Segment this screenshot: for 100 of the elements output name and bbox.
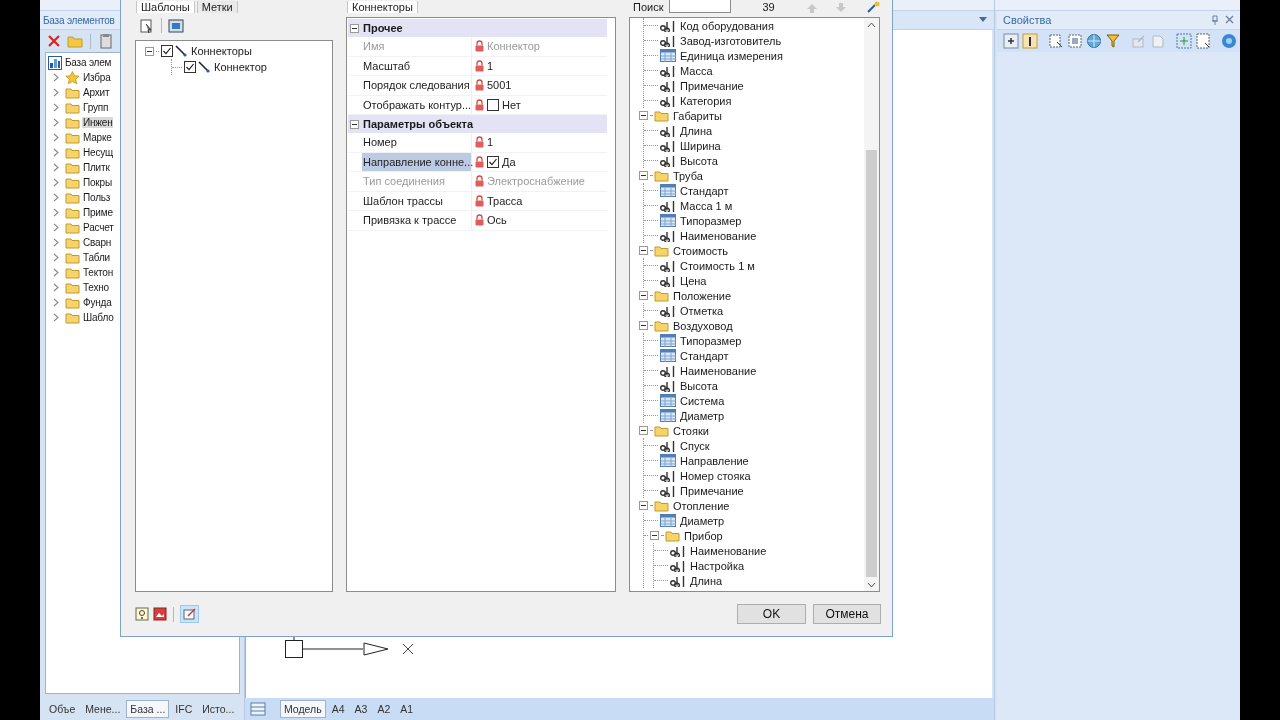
panel-tab[interactable]: IFC	[171, 700, 197, 718]
collapse-toggle[interactable]	[639, 171, 648, 180]
property-name[interactable]: Отображать контур...	[362, 95, 472, 114]
tree-item[interactable]: Завод-изготовитель	[680, 34, 782, 47]
ok-button[interactable]: OK	[737, 604, 806, 625]
panel-tab[interactable]: Мене...	[81, 700, 125, 718]
tree-item[interactable]: База элем	[64, 57, 113, 68]
image-icon[interactable]	[168, 17, 184, 34]
tree-item[interactable]: Труба	[673, 169, 703, 182]
tree-item[interactable]: Направление	[680, 454, 749, 467]
tree-item[interactable]: Стоимость	[673, 244, 729, 257]
tree-item[interactable]: Цена	[680, 274, 707, 287]
tree-item[interactable]: Отопление	[673, 499, 730, 512]
tree-item[interactable]: Система	[680, 394, 725, 407]
tree-item[interactable]: Польз	[82, 192, 112, 203]
close-icon[interactable]	[46, 33, 62, 49]
property-value[interactable]: Да	[502, 155, 516, 168]
property-name[interactable]: Привязка к трассе	[362, 211, 472, 230]
tree-item[interactable]: Прибор	[684, 529, 723, 542]
clipboard-icon[interactable]	[98, 33, 114, 49]
tree-item[interactable]: Ширина	[680, 139, 721, 152]
filter-icon[interactable]	[1105, 33, 1121, 49]
dropdown-caret-icon[interactable]	[978, 16, 988, 24]
tree-item[interactable]: Номер стояка	[680, 469, 751, 482]
checkbox[interactable]	[487, 98, 499, 111]
sheet-tab[interactable]: A1	[396, 700, 418, 718]
property-value[interactable]: 1	[487, 136, 494, 149]
tree-item[interactable]: Коннектор	[214, 61, 267, 73]
tree-item[interactable]: Габариты	[673, 109, 722, 122]
select-icon[interactable]	[1048, 33, 1064, 49]
tree-item[interactable]: Покры	[82, 177, 113, 188]
wand-icon[interactable]	[866, 1, 880, 13]
sheet-tab[interactable]: Модель	[280, 700, 326, 718]
tree-item[interactable]: Техно	[82, 282, 110, 293]
tab[interactable]: Шаблоны	[136, 1, 195, 13]
tree-item[interactable]: Масса	[680, 64, 713, 77]
tree-item[interactable]: Архит	[82, 87, 111, 98]
property-value[interactable]: Нет	[502, 98, 521, 111]
tree-item[interactable]: Марке	[82, 132, 113, 143]
collapse-toggle[interactable]	[350, 23, 359, 33]
tree-item[interactable]: Длина	[690, 574, 723, 587]
picture-icon[interactable]	[153, 607, 167, 622]
grid-icon[interactable]	[1176, 33, 1192, 49]
tree-item[interactable]: Тектон	[82, 267, 114, 278]
add-icon[interactable]	[139, 17, 155, 34]
collapse-toggle[interactable]	[639, 321, 648, 330]
tree-item[interactable]: Стояки	[673, 424, 709, 437]
checkbox[interactable]	[184, 61, 196, 73]
scrollbar[interactable]	[864, 18, 879, 592]
tree-item[interactable]: Примечание	[680, 484, 744, 497]
collapse-toggle[interactable]	[650, 531, 659, 540]
tree-item[interactable]: Длина	[680, 124, 713, 137]
tree-item[interactable]: Типоразмер	[680, 334, 742, 347]
tab[interactable]: Коннекторы	[347, 1, 418, 13]
tree-item[interactable]: Примечание	[680, 79, 744, 92]
tree-item[interactable]: Отметка	[680, 304, 724, 317]
collapse-toggle[interactable]	[145, 46, 154, 56]
tree-item[interactable]: Настройка	[690, 559, 745, 572]
tree-item[interactable]: Наименование	[680, 364, 757, 377]
tree-item[interactable]: Групп	[82, 102, 110, 113]
tree-item[interactable]: Наименование	[680, 229, 757, 242]
property-name[interactable]: Номер	[362, 133, 472, 152]
sheet-tab[interactable]: A2	[373, 700, 395, 718]
tree-item[interactable]: Диаметр	[680, 409, 725, 422]
property-value[interactable]: 1	[487, 59, 494, 72]
tree-item[interactable]: Положение	[673, 289, 732, 302]
sheet-tab[interactable]: A3	[350, 700, 372, 718]
tree-item[interactable]: Стандарт	[680, 349, 729, 362]
sheet-list-icon[interactable]	[250, 702, 266, 716]
collapse-toggle[interactable]	[639, 291, 648, 300]
tree-item[interactable]: Воздуховод	[673, 319, 733, 332]
globe-icon[interactable]	[1086, 33, 1102, 49]
collapse-toggle[interactable]	[639, 111, 648, 120]
tree-item[interactable]: Табли	[82, 252, 111, 263]
tree-item[interactable]: Несущ	[82, 147, 114, 158]
tree-item[interactable]: Высота	[680, 154, 718, 167]
cancel-button[interactable]: Отмена	[813, 604, 881, 625]
tree-item[interactable]: Плитк	[82, 162, 111, 173]
close-icon[interactable]	[1225, 15, 1234, 24]
tree-item[interactable]: Категория	[680, 94, 732, 107]
tree-item[interactable]: Расчет	[82, 222, 115, 233]
panel-tab[interactable]: Исто...	[198, 700, 239, 718]
property-name[interactable]: Шаблон трассы	[362, 191, 472, 210]
folder-icon[interactable]	[67, 33, 83, 49]
collapse-toggle[interactable]	[350, 119, 359, 129]
tree-item[interactable]: Спуск	[680, 439, 710, 452]
page-icon[interactable]	[1195, 33, 1211, 49]
tree-item[interactable]: Код оборудования	[680, 19, 774, 32]
select-icon[interactable]	[1067, 33, 1083, 49]
tree-item[interactable]: Типоразмер	[680, 214, 742, 227]
property-value[interactable]: 5001	[487, 79, 512, 92]
property-value[interactable]: Ось	[487, 214, 507, 227]
panel-tab[interactable]: База ...	[126, 700, 170, 718]
collapse-toggle[interactable]	[639, 501, 648, 510]
tree-item[interactable]: Масса 1 м	[680, 199, 733, 212]
tab[interactable]: Метки	[196, 1, 238, 13]
tree-item[interactable]: Избра	[82, 72, 112, 83]
pin-icon[interactable]	[1211, 15, 1219, 25]
property-name[interactable]: Порядок следования	[362, 76, 472, 95]
tree-item[interactable]: Шабло	[82, 312, 115, 323]
